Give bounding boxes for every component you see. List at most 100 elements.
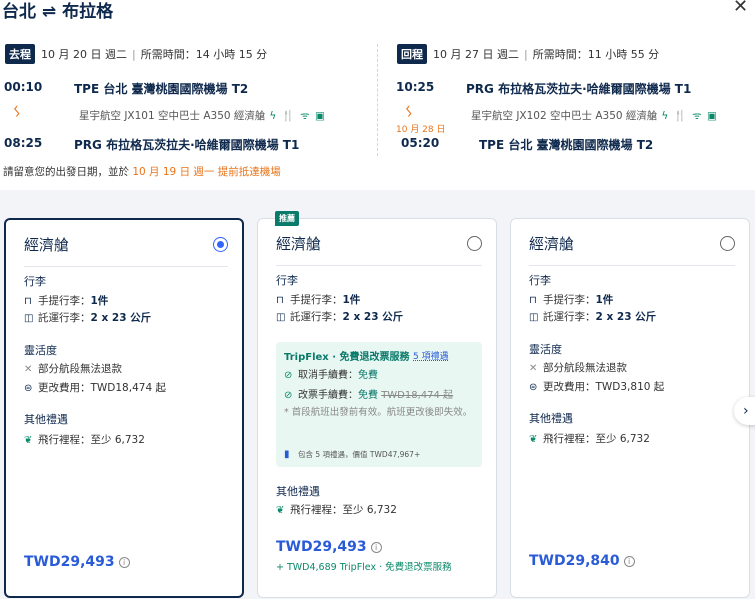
info-icon[interactable]: i — [370, 541, 382, 553]
gift-icon: ▮ — [284, 449, 290, 460]
carry-on-line: ⊓ 手提行李：1件 — [24, 295, 109, 307]
outbound-dep-airport: TPE 台北 臺灣桃園國際機場 T2 — [74, 82, 249, 96]
checked-bag-line: ◫ 託運行李：2 x 23 公斤 — [276, 311, 404, 323]
fare-price: TWD29,493 i — [276, 539, 382, 555]
outbound-duration: 所需時間：14 小時 15 分 — [140, 48, 268, 61]
fare-radio-selected[interactable] — [213, 237, 228, 252]
carry-on-line: ⊓ 手提行李：1件 — [276, 294, 361, 306]
carry-on-line: ⊓ 手提行李：1件 — [529, 294, 614, 306]
fare-radio[interactable] — [720, 236, 735, 251]
cross-icon: ✕ — [529, 363, 538, 374]
notice-text: 請留意您的出發日期，並於 — [3, 166, 133, 178]
inbound-flight-info: 星宇航空 JX102 空中巴士 A350 經濟艙 ϟ 🍴 ᯤ ▣ — [471, 108, 718, 123]
cancel-fee-line: ⊘ 取消手續費：免費 — [284, 370, 378, 381]
leg-divider — [377, 44, 378, 156]
inbound-arr-airport: TPE 台北 臺灣桃園國際機場 T2 — [479, 138, 654, 152]
change-fee-line: ⊜ 更改費用：TWD3,810 起 — [529, 381, 665, 393]
flexibility-title: 靈活度 — [24, 344, 57, 357]
fare-title: 經濟艙 — [24, 236, 70, 254]
carry-on-bag-icon: ⊓ — [529, 295, 537, 306]
outbound-leg: 去程 10 月 20 日 週二 | 所需時間：14 小時 15 分 00:10 … — [4, 44, 370, 156]
other-benefits-title: 其他禮遇 — [24, 413, 68, 426]
flexibility-title: 靈活度 — [529, 343, 562, 356]
checked-bag-line: ◫ 託運行李：2 x 23 公斤 — [529, 311, 657, 323]
inbound-header: 回程 10 月 27 日 週二 | 所需時間：11 小時 55 分 — [397, 44, 659, 64]
flight-details: 星宇航空 JX102 空中巴士 A350 經濟艙 — [471, 110, 658, 122]
inbound-tag: 回程 — [397, 44, 427, 64]
fare-card-1[interactable]: 經濟艙 行李 ⊓ 手提行李：1件 ◫ 託運行李：2 x 23 公斤 靈活度 ✕ 部分航… — [4, 218, 244, 598]
outbound-flight-info: 星宇航空 JX101 空中巴士 A350 經濟艙 ϟ 🍴 ᯤ ▣ — [79, 108, 326, 123]
inbound-dep-time: 10:25 — [396, 80, 435, 94]
fare-title: 經濟艙 — [276, 235, 322, 253]
amenities-icon: ϟ 🍴 ᯤ ▣ — [269, 110, 326, 122]
carry-on-bag-icon: ⊓ — [276, 295, 284, 306]
cross-icon: ✕ — [24, 364, 33, 375]
change-fee-line: ⊘ 改票手續費：免費 TWD18,474 起 — [284, 390, 454, 401]
tripflex-note: * 首段航班出發前有效。航班更改後即失效。 — [284, 407, 473, 418]
inbound-leg: 回程 10 月 27 日 週二 | 所需時間：11 小時 55 分 10:25 … — [396, 44, 747, 156]
check-circle-icon: ⊘ — [284, 370, 293, 381]
fare-radio[interactable] — [467, 236, 482, 251]
fare-card-2[interactable]: 經濟艙 行李 ⊓ 手提行李：1件 ◫ 託運行李：2 x 23 公斤 TripFlex… — [257, 218, 497, 598]
refund-line: ✕ 部分航段無法退款 — [24, 363, 122, 375]
inbound-arr-time: 05:20 — [401, 136, 440, 150]
page-title: 台北 ⇌ 布拉格 — [2, 2, 114, 22]
change-fee-icon: ⊜ — [529, 382, 538, 393]
divider — [276, 265, 482, 266]
info-icon[interactable]: i — [623, 555, 635, 567]
notice-highlight: 10 月 19 日 週一 提前抵達機場 — [132, 166, 281, 178]
checked-bag-icon: ◫ — [529, 312, 539, 323]
airline-logo-icon: ᛊ — [405, 105, 413, 120]
checked-bag-icon: ◫ — [24, 313, 34, 324]
divider — [24, 266, 228, 267]
inbound-duration: 所需時間：11 小時 55 分 — [532, 48, 660, 61]
recommended-badge: 推薦 — [275, 211, 299, 226]
change-fee-line: ⊜ 更改費用：TWD18,474 起 — [24, 382, 166, 394]
inbound-date: 10 月 27 日 週二 — [433, 48, 519, 61]
airline-logo-icon: ᛊ — [13, 105, 21, 120]
change-fee-icon: ⊜ — [24, 383, 33, 394]
close-icon[interactable]: ✕ — [733, 0, 748, 17]
outbound-header: 去程 10 月 20 日 週二 | 所需時間：14 小時 15 分 — [5, 44, 267, 64]
separator: | — [131, 47, 136, 61]
baggage-title: 行李 — [24, 275, 46, 288]
refund-line: ✕ 部分航段無法退款 — [529, 362, 627, 374]
miles-icon: ❦ — [24, 435, 33, 446]
amenities-icon: ϟ 🍴 ᯤ ▣ — [661, 110, 718, 122]
baggage-title: 行李 — [276, 274, 298, 287]
tripflex-price-note: + TWD4,689 TripFlex · 免費退改票服務 — [276, 562, 452, 573]
departure-notice: 請留意您的出發日期，並於 10 月 19 日 週一 提前抵達機場 — [3, 164, 281, 179]
miles-line: ❦ 飛行裡程：至少 6,732 — [529, 433, 650, 445]
divider — [529, 265, 735, 266]
info-icon[interactable]: i — [118, 556, 130, 568]
separator: | — [523, 47, 528, 61]
tripflex-benefits-link[interactable]: 5 項禮遇 — [413, 349, 449, 362]
outbound-arr-airport: PRG 布拉格瓦茨拉夫·哈維爾國際機場 T1 — [74, 138, 300, 152]
inbound-dep-airport: PRG 布拉格瓦茨拉夫·哈維爾國際機場 T1 — [466, 82, 692, 96]
flight-details: 星宇航空 JX101 空中巴士 A350 經濟艙 — [79, 110, 266, 122]
fare-price: TWD29,840 i — [529, 553, 635, 569]
tripflex-footer: ▮ 包含 5 項禮遇，價值 TWD47,967+ — [284, 449, 421, 460]
miles-line: ❦ 飛行裡程：至少 6,732 — [276, 504, 397, 516]
fare-title: 經濟艙 — [529, 235, 575, 253]
fare-card-3[interactable]: 經濟艙 行李 ⊓ 手提行李：1件 ◫ 託運行李：2 x 23 公斤 靈活度 ✕ 部分航… — [510, 218, 750, 598]
next-arrow-icon[interactable]: › — [734, 397, 755, 425]
tripflex-title: TripFlex · 免費退改票服務 — [284, 352, 410, 363]
fare-price: TWD29,493 i — [24, 554, 130, 570]
outbound-date: 10 月 20 日 週二 — [41, 48, 127, 61]
outbound-tag: 去程 — [5, 44, 35, 64]
check-circle-icon: ⊘ — [284, 390, 293, 401]
checked-bag-line: ◫ 託運行李：2 x 23 公斤 — [24, 312, 152, 324]
other-benefits-title: 其他禮遇 — [529, 412, 573, 425]
tripflex-box: TripFlex · 免費退改票服務 5 項禮遇 ⊘ 取消手續費：免費 ⊘ 改票手續… — [276, 342, 482, 467]
miles-icon: ❦ — [529, 434, 538, 445]
miles-icon: ❦ — [276, 505, 285, 516]
next-day-badge: 10 月 28 日 — [396, 125, 446, 135]
carry-on-bag-icon: ⊓ — [24, 296, 32, 307]
miles-line: ❦ 飛行裡程：至少 6,732 — [24, 434, 145, 446]
baggage-title: 行李 — [529, 274, 551, 287]
outbound-arr-time: 08:25 — [4, 136, 43, 150]
outbound-dep-time: 00:10 — [4, 80, 43, 94]
other-benefits-title: 其他禮遇 — [276, 485, 320, 498]
checked-bag-icon: ◫ — [276, 312, 286, 323]
